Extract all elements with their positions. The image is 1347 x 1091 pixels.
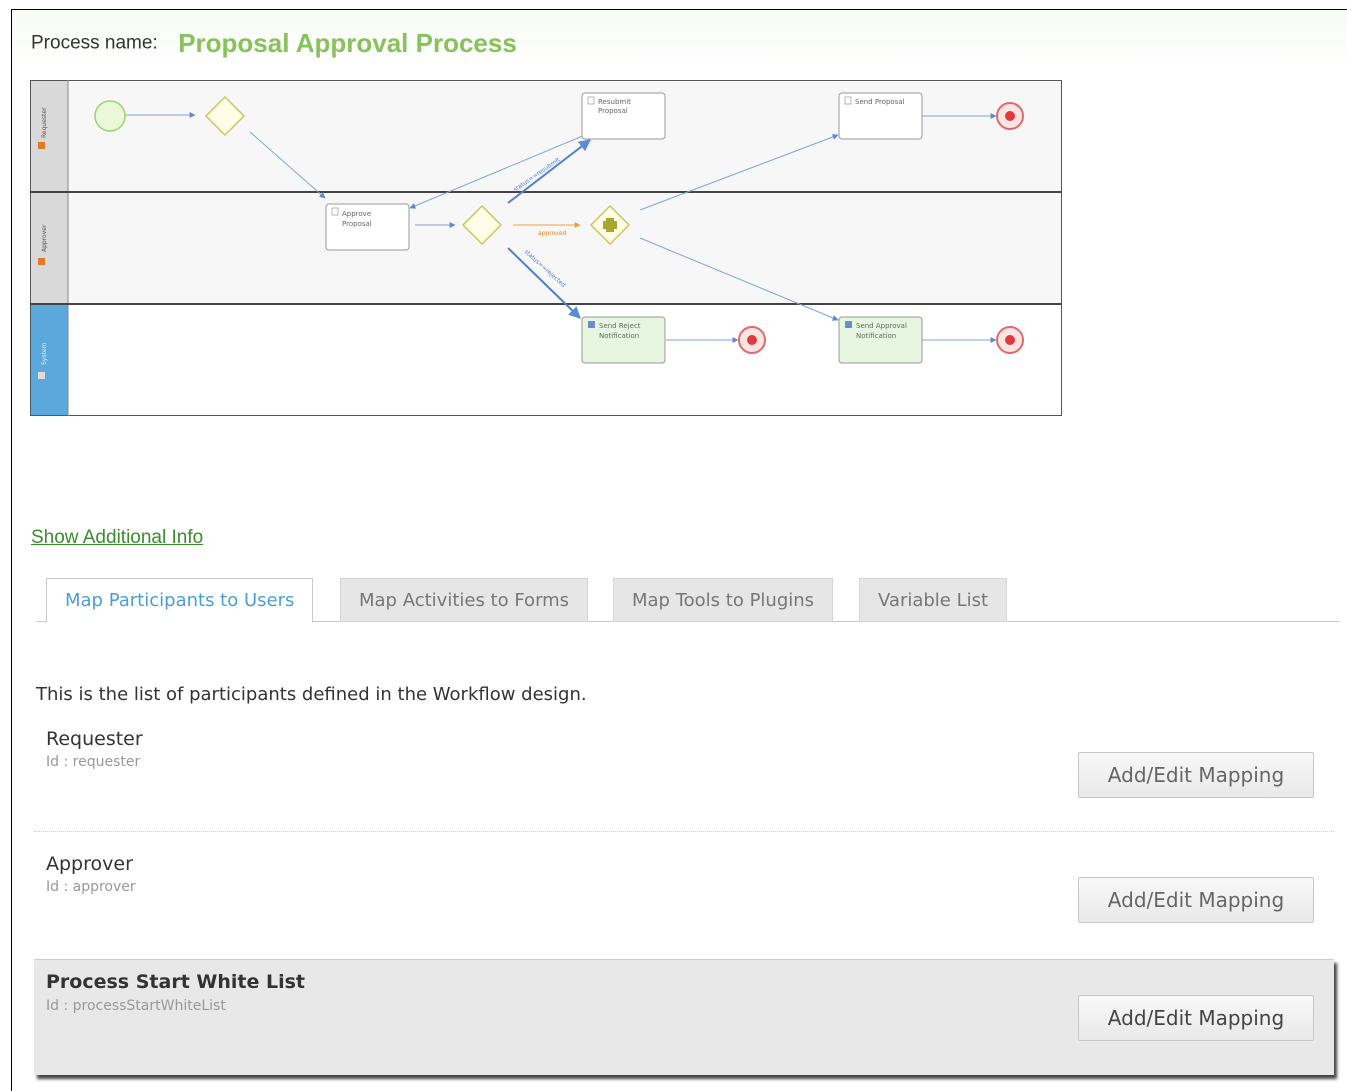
tool-send-reject-notification[interactable]: Send Reject Notification: [581, 316, 666, 364]
svg-text:Requester: Requester: [41, 107, 48, 138]
svg-text:Approver: Approver: [41, 224, 48, 252]
svg-text:Send Proposal: Send Proposal: [855, 98, 905, 106]
svg-text:Notification: Notification: [599, 332, 639, 340]
process-name-value: Proposal Approval Process: [178, 28, 517, 58]
svg-text:Send Approval: Send Approval: [856, 322, 907, 330]
participants-description: This is the list of participants defined…: [36, 684, 587, 705]
end-event-3[interactable]: [996, 326, 1024, 354]
participant-name: Process Start White List: [46, 971, 305, 993]
svg-text:Proposal: Proposal: [342, 220, 372, 228]
show-additional-info-link[interactable]: Show Additional Info: [31, 527, 203, 549]
participant-row-approver: Approver Id : approver Add/Edit Mapping: [34, 853, 1334, 943]
process-header: Process name: Proposal Approval Process: [31, 28, 517, 59]
svg-text:Proposal: Proposal: [598, 107, 628, 115]
add-edit-mapping-button[interactable]: Add/Edit Mapping: [1078, 752, 1314, 798]
participant-row-requester: Requester Id : requester Add/Edit Mappin…: [34, 728, 1334, 818]
participant-id: Id : requester: [46, 754, 141, 770]
add-edit-mapping-button[interactable]: Add/Edit Mapping: [1078, 995, 1314, 1041]
svg-text:Resubmit: Resubmit: [598, 98, 631, 106]
participant-id: Id : approver: [46, 879, 136, 895]
activity-send-proposal[interactable]: Send Proposal: [838, 92, 923, 140]
edge-label-approved: approved: [538, 230, 567, 237]
end-event-1[interactable]: [996, 102, 1024, 130]
participant-name: Requester: [46, 728, 143, 750]
participant-row-process-start-white-list: Process Start White List Id : processSta…: [34, 959, 1334, 1075]
row-divider: [34, 831, 1334, 832]
svg-text:Notification: Notification: [856, 332, 896, 340]
svg-text:Approve: Approve: [342, 210, 371, 218]
process-diagram: Requester Approver System approved statu…: [30, 80, 1063, 416]
svg-text:Send Reject: Send Reject: [599, 322, 641, 330]
activity-approve-proposal[interactable]: Approve Proposal: [325, 203, 410, 251]
tool-send-approval-notification[interactable]: Send Approval Notification: [838, 316, 923, 364]
process-name-label: Process name:: [31, 32, 158, 54]
tab-map-participants[interactable]: Map Participants to Users: [46, 578, 314, 623]
participant-id: Id : processStartWhiteList: [46, 998, 226, 1014]
activity-resubmit-proposal[interactable]: Resubmit Proposal: [581, 92, 666, 140]
tab-map-activities[interactable]: Map Activities to Forms: [340, 578, 589, 622]
svg-text:System: System: [41, 342, 48, 365]
end-event-2[interactable]: [738, 326, 766, 354]
participant-name: Approver: [46, 853, 133, 875]
add-edit-mapping-button[interactable]: Add/Edit Mapping: [1078, 877, 1314, 923]
tab-map-tools[interactable]: Map Tools to Plugins: [613, 578, 834, 622]
tab-variable-list[interactable]: Variable List: [859, 578, 1008, 622]
start-event[interactable]: [94, 100, 126, 132]
